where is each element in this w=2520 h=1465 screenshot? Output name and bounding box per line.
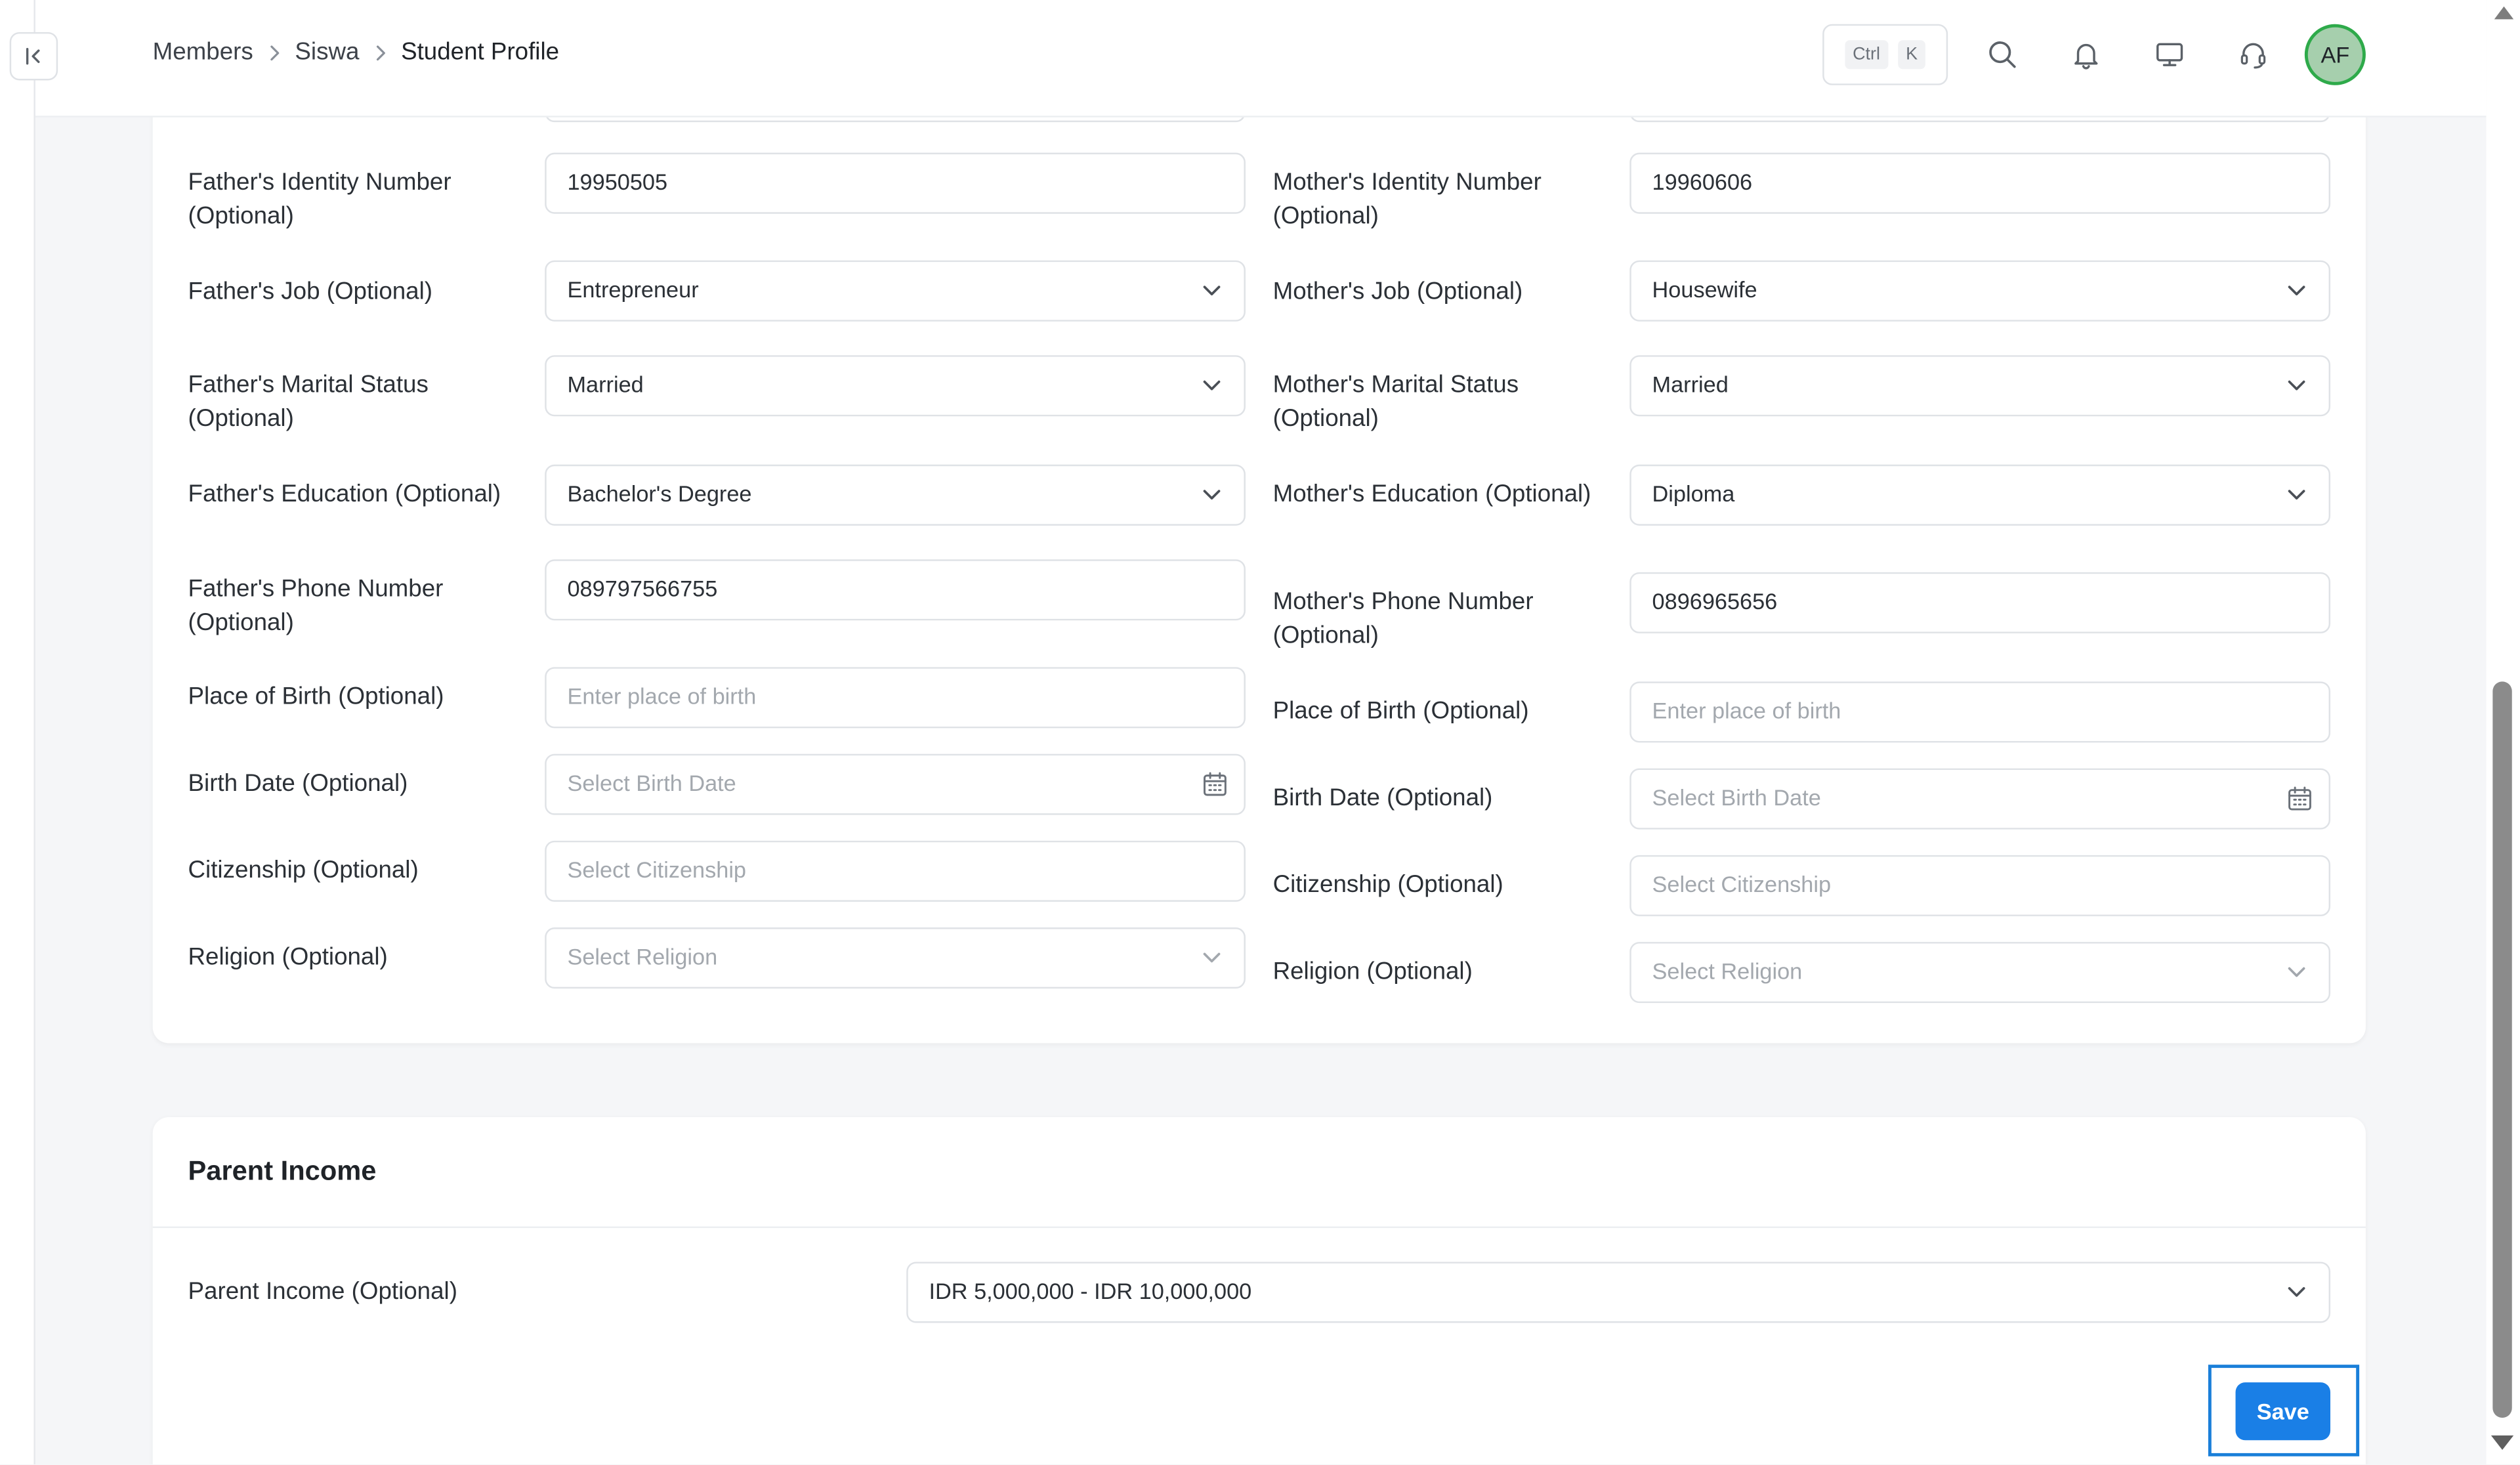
father-birthplace-input[interactable]: Enter place of birth: [545, 667, 1246, 729]
father-citizenship-placeholder: Select Citizenship: [567, 857, 747, 883]
mother-phone-input[interactable]: 0896965656: [1629, 572, 2331, 633]
parent-income-label: Parent Income (Optional): [188, 1277, 457, 1306]
mother-religion-label: Religion (Optional): [1272, 958, 1473, 986]
mother-birthdate-label: Birth Date (Optional): [1272, 784, 1493, 812]
breadcrumb-siswa[interactable]: Siswa: [295, 39, 359, 66]
mother-citizenship-select[interactable]: Select Citizenship: [1629, 855, 2331, 916]
father-education-select[interactable]: Bachelor's Degree: [545, 464, 1246, 526]
chevron-down-icon: [2288, 286, 2305, 296]
save-button[interactable]: Save: [2235, 1382, 2331, 1441]
top-header: Members Siswa Student Profile Ctrl K AF: [33, 0, 2487, 117]
vertical-scrollbar[interactable]: [2486, 0, 2520, 1465]
chevron-right-icon: [373, 44, 387, 60]
parent-income-value: IDR 5,000,000 - IDR 10,000,000: [929, 1277, 1252, 1304]
father-birthdate-placeholder: Select Birth Date: [567, 770, 736, 796]
mother-education-label: Mother's Education (Optional): [1272, 480, 1591, 508]
parent-income-select[interactable]: IDR 5,000,000 - IDR 10,000,000: [906, 1262, 2331, 1323]
kbd-k: K: [1897, 40, 1926, 70]
father-religion-placeholder: Select Religion: [567, 943, 718, 969]
father-phone-input[interactable]: 089797566755: [545, 559, 1246, 621]
father-birthdate-label: Birth Date (Optional): [188, 770, 408, 797]
left-rail: [0, 0, 35, 1465]
mother-identity-label: Mother's Identity Number (Optional): [1272, 169, 1542, 230]
mother-job-value: Housewife: [1652, 276, 1757, 303]
father-education-value: Bachelor's Degree: [567, 480, 752, 507]
chevron-down-icon: [1203, 286, 1221, 296]
father-religion-label: Religion (Optional): [188, 943, 388, 971]
father-marital-value: Married: [567, 371, 644, 397]
mother-birthplace-input[interactable]: Enter place of birth: [1629, 681, 2331, 743]
father-phone-value: 089797566755: [567, 575, 718, 601]
user-avatar[interactable]: AF: [2304, 24, 2366, 85]
breadcrumb: Members Siswa Student Profile: [153, 39, 559, 66]
scroll-up-arrow-icon[interactable]: [2494, 6, 2514, 20]
command-palette-shortcut[interactable]: Ctrl K: [1822, 24, 1948, 85]
father-identity-value: 19950505: [567, 169, 668, 195]
calendar-icon: [1204, 772, 1227, 796]
father-job-label: Father's Job (Optional): [188, 278, 433, 306]
search-icon[interactable]: [1983, 35, 2022, 74]
mother-birthplace-placeholder: Enter place of birth: [1652, 697, 1841, 724]
kbd-ctrl: Ctrl: [1844, 40, 1889, 70]
section-divider: [152, 1226, 2366, 1229]
chevron-down-icon: [2288, 1287, 2305, 1297]
mother-education-value: Diploma: [1652, 480, 1735, 507]
chevron-down-icon: [1203, 490, 1221, 500]
chevron-down-icon: [1203, 380, 1221, 391]
mother-marital-value: Married: [1652, 371, 1729, 397]
father-marital-label: Father's Marital Status (Optional): [188, 371, 429, 433]
monitor-icon[interactable]: [2151, 35, 2189, 74]
mother-birthdate-picker[interactable]: Select Birth Date: [1629, 768, 2331, 830]
father-birthplace-label: Place of Birth (Optional): [188, 683, 444, 711]
chevron-right-icon: [268, 44, 281, 60]
father-education-label: Father's Education (Optional): [188, 480, 501, 508]
mother-job-label: Mother's Job (Optional): [1272, 278, 1523, 306]
father-marital-select[interactable]: Married: [545, 355, 1246, 417]
father-identity-label: Father's Identity Number (Optional): [188, 169, 452, 230]
mother-citizenship-label: Citizenship (Optional): [1272, 871, 1503, 899]
mother-marital-select[interactable]: Married: [1629, 355, 2331, 417]
headset-icon[interactable]: [2234, 35, 2273, 74]
mother-education-select[interactable]: Diploma: [1629, 464, 2331, 526]
mother-phone-label: Mother's Phone Number (Optional): [1272, 588, 1534, 650]
chevron-down-icon: [1203, 952, 1221, 963]
father-identity-input[interactable]: 19950505: [545, 152, 1246, 214]
mother-marital-label: Mother's Marital Status (Optional): [1272, 371, 1519, 433]
mother-job-select[interactable]: Housewife: [1629, 260, 2331, 322]
scrollbar-thumb[interactable]: [2492, 681, 2512, 1418]
collapse-sidebar-button[interactable]: [9, 32, 58, 81]
scroll-down-arrow-icon[interactable]: [2490, 1435, 2514, 1450]
father-citizenship-label: Citizenship (Optional): [188, 857, 419, 884]
mother-birthdate-placeholder: Select Birth Date: [1652, 784, 1821, 811]
breadcrumb-members[interactable]: Members: [153, 39, 253, 66]
mother-phone-value: 0896965656: [1652, 588, 1778, 614]
mother-citizenship-placeholder: Select Citizenship: [1652, 871, 1832, 897]
father-religion-select[interactable]: Select Religion: [545, 927, 1246, 989]
mother-birthplace-label: Place of Birth (Optional): [1272, 697, 1529, 725]
chevron-down-icon: [2288, 380, 2305, 391]
mother-religion-select[interactable]: Select Religion: [1629, 942, 2331, 1004]
chevron-down-icon: [2288, 967, 2305, 977]
breadcrumb-student-profile: Student Profile: [401, 38, 560, 66]
calendar-icon: [2288, 786, 2311, 811]
father-birthdate-picker[interactable]: Select Birth Date: [545, 754, 1246, 815]
mother-religion-placeholder: Select Religion: [1652, 958, 1803, 984]
bell-icon[interactable]: [2067, 35, 2105, 74]
father-job-select[interactable]: Entrepreneur: [545, 260, 1246, 322]
father-phone-label: Father's Phone Number (Optional): [188, 575, 444, 637]
chevron-down-icon: [2288, 490, 2305, 500]
collapse-left-icon: [26, 47, 40, 65]
mother-identity-input[interactable]: 19960606: [1629, 152, 2331, 214]
father-job-value: Entrepreneur: [567, 276, 699, 303]
mother-identity-value: 19960606: [1652, 169, 1753, 195]
parent-income-title: Parent Income: [188, 1155, 377, 1187]
father-citizenship-select[interactable]: Select Citizenship: [545, 840, 1246, 902]
father-birthplace-placeholder: Enter place of birth: [567, 683, 757, 710]
